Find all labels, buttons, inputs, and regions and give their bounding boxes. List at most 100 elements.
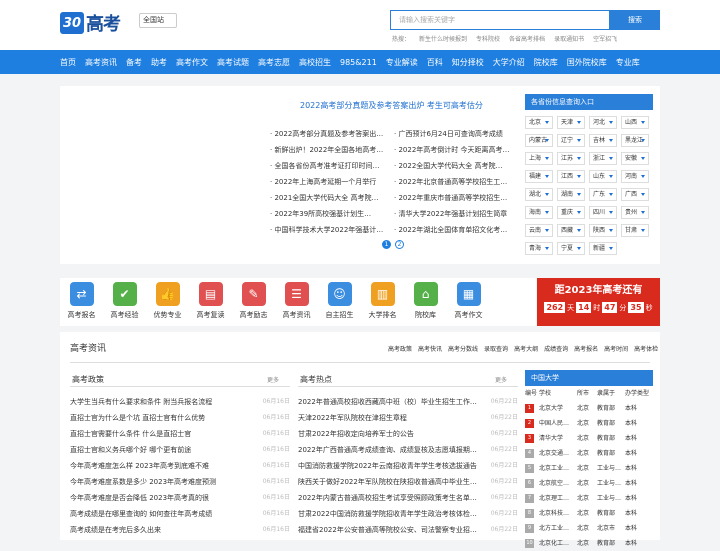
site-logo[interactable]: 30 高考: [60, 10, 121, 36]
article-row[interactable]: 甘肃2022中国消防救援学院招收青年学生政治考核体检… 06月22日: [298, 506, 518, 522]
nav-item[interactable]: 专业库: [616, 57, 640, 68]
table-cell[interactable]: 北京理工…: [539, 491, 577, 506]
news-link[interactable]: · 全国各省份高考准考证打印时间…: [270, 158, 388, 174]
info-category-link[interactable]: 高考政策: [388, 344, 412, 353]
article-row[interactable]: 今年高考难度是否会降低 2023年高考真的很 06月16日: [70, 490, 290, 506]
province-select[interactable]: 吉林: [589, 134, 617, 147]
province-select[interactable]: 内蒙古: [525, 134, 553, 147]
province-select[interactable]: 辽宁: [557, 134, 585, 147]
news-link[interactable]: · 2022年湖北全国体育单招文化考…: [394, 222, 512, 238]
table-cell[interactable]: 北京交通…: [539, 446, 577, 461]
province-select[interactable]: 云南: [525, 224, 553, 237]
page-dot-1[interactable]: 1: [382, 240, 391, 249]
university-row[interactable]: 9 北方工业… 北京 北京市 本科: [525, 521, 653, 536]
hot-more-link[interactable]: 更多: [495, 375, 507, 384]
nav-item[interactable]: 知分择校: [452, 57, 484, 68]
page-dot-2[interactable]: 2: [395, 240, 404, 249]
info-category-link[interactable]: 高考大纲: [514, 344, 538, 353]
province-select[interactable]: 黑龙江: [621, 134, 649, 147]
province-select[interactable]: 湖南: [557, 188, 585, 201]
province-select[interactable]: 广西: [621, 188, 649, 201]
policy-more-link[interactable]: 更多: [267, 375, 279, 384]
table-cell[interactable]: 北方工业…: [539, 521, 577, 536]
province-select[interactable]: 福建: [525, 170, 553, 183]
university-row[interactable]: 3 清华大学 北京 教育部 本科: [525, 431, 653, 446]
nav-item[interactable]: 高考作文: [176, 57, 208, 68]
news-link[interactable]: · 2022年高考倒计时 今天距离高考…: [394, 142, 512, 158]
news-link[interactable]: · 2021全国大学代码大全 高考院…: [270, 190, 388, 206]
article-row[interactable]: 直招士官为什么是个坑 直招士官有什么优势 06月16日: [70, 410, 290, 426]
province-select[interactable]: 北京: [525, 116, 553, 129]
nav-item[interactable]: 高考试题: [217, 57, 249, 68]
province-select[interactable]: 青海: [525, 242, 553, 255]
tool-shortcut[interactable]: 👍 优势专业: [146, 278, 189, 326]
table-cell[interactable]: 清华大学: [539, 431, 577, 446]
tool-shortcut[interactable]: ▦ 高考作文: [447, 278, 490, 326]
article-row[interactable]: 2022年广西普通高考成绩查询、成绩复核及志愿填报期… 06月22日: [298, 442, 518, 458]
hot-word[interactable]: 空军招飞: [593, 34, 617, 43]
article-row[interactable]: 甘肃2022年招收定向培养军士的公告 06月22日: [298, 426, 518, 442]
search-input[interactable]: 请输入搜索关键字: [390, 10, 610, 30]
hot-word[interactable]: 各省高考排档: [509, 34, 545, 43]
nav-item[interactable]: 助考: [151, 57, 167, 68]
news-link[interactable]: · 2022年39所高校强基计划生…: [270, 206, 388, 222]
news-link[interactable]: · 清华大学2022年强基计划招生简章: [394, 206, 512, 222]
news-link[interactable]: · 2022年北京普通高等学校招生工…: [394, 174, 512, 190]
tool-shortcut[interactable]: ⇄ 高考报名: [60, 278, 103, 326]
province-select[interactable]: 贵州: [621, 206, 649, 219]
article-row[interactable]: 2022年内蒙古普通高校招生考试享受照顾政策考生名单公示 06月22日: [298, 490, 518, 506]
tool-shortcut[interactable]: ▥ 大学排名: [361, 278, 404, 326]
article-row[interactable]: 陕西关于做好2022年军队院校在陕招收普通高中毕业生… 06月22日: [298, 474, 518, 490]
table-cell[interactable]: 中国人民…: [539, 416, 577, 431]
table-cell[interactable]: 北京科技…: [539, 506, 577, 521]
nav-item[interactable]: 高考志愿: [258, 57, 290, 68]
province-select[interactable]: 新疆: [589, 242, 617, 255]
tool-shortcut[interactable]: ✎ 高考励志: [232, 278, 275, 326]
university-row[interactable]: 8 北京科技… 北京 教育部 本科: [525, 506, 653, 521]
region-selector[interactable]: 全国站: [139, 13, 177, 28]
university-row[interactable]: 7 北京理工… 北京 工业与… 本科: [525, 491, 653, 506]
province-select[interactable]: 海南: [525, 206, 553, 219]
university-row[interactable]: 1 北京大学 北京 教育部 本科: [525, 401, 653, 416]
province-select[interactable]: 上海: [525, 152, 553, 165]
province-select[interactable]: 天津: [557, 116, 585, 129]
banner-headline[interactable]: 2022高考部分真题及参考答案出炉 考生可高考估分: [300, 100, 483, 111]
article-row[interactable]: 直招士官需要什么条件 什么是直招士官 06月16日: [70, 426, 290, 442]
university-row[interactable]: 6 北京航空… 北京 工业与… 本科: [525, 476, 653, 491]
province-select[interactable]: 山东: [589, 170, 617, 183]
news-link[interactable]: · 2022高考部分真题及参考答案出…: [270, 126, 388, 142]
province-select[interactable]: 浙江: [589, 152, 617, 165]
article-row[interactable]: 大学生当兵有什么要求和条件 附当兵报名流程 06月16日: [70, 394, 290, 410]
search-button[interactable]: 搜索: [610, 10, 660, 30]
table-cell[interactable]: 北京工业…: [539, 461, 577, 476]
article-row[interactable]: 福建省2022年公安普通高等院校公安、司法警察专业招… 06月22日: [298, 522, 518, 538]
table-cell[interactable]: 北京航空…: [539, 476, 577, 491]
nav-item[interactable]: 百科: [427, 57, 443, 68]
province-select[interactable]: 河北: [589, 116, 617, 129]
hot-word[interactable]: 新生什么时候报到: [419, 34, 467, 43]
info-category-link[interactable]: 高考分数线: [448, 344, 478, 353]
article-row[interactable]: 2022年普通高校招收西藏高中班（校）毕业生招生工作… 06月22日: [298, 394, 518, 410]
table-cell[interactable]: 北京化工…: [539, 536, 577, 551]
table-cell[interactable]: 北京大学: [539, 401, 577, 416]
news-link[interactable]: · 中国科学技术大学2022年强基计…: [270, 222, 388, 238]
nav-item[interactable]: 国外院校库: [567, 57, 607, 68]
province-select[interactable]: 安徽: [621, 152, 649, 165]
news-link[interactable]: · 2022全国大学代码大全 高考院…: [394, 158, 512, 174]
nav-item[interactable]: 大学介绍: [493, 57, 525, 68]
province-select[interactable]: 重庆: [557, 206, 585, 219]
tool-shortcut[interactable]: ☺ 自主招生: [318, 278, 361, 326]
nav-item[interactable]: 985&211: [340, 58, 377, 67]
nav-item[interactable]: 院校库: [534, 57, 558, 68]
article-row[interactable]: 天津2022年军队院校在津招生章程 06月22日: [298, 410, 518, 426]
nav-item[interactable]: 备考: [126, 57, 142, 68]
article-row[interactable]: 中国消防救援学院2022年云南招收青年学生考核选拔通告 06月22日: [298, 458, 518, 474]
province-select[interactable]: 四川: [589, 206, 617, 219]
nav-item[interactable]: 高考资讯: [85, 57, 117, 68]
province-select[interactable]: 河南: [621, 170, 649, 183]
article-row[interactable]: 今年高考难度怎么样 2023年高考到底难不难 06月16日: [70, 458, 290, 474]
info-category-link[interactable]: 录取查询: [484, 344, 508, 353]
university-row[interactable]: 5 北京工业… 北京 工业与… 本科: [525, 461, 653, 476]
article-row[interactable]: 直招士官和义务兵哪个好 哪个更有前途 06月16日: [70, 442, 290, 458]
province-select[interactable]: 甘肃: [621, 224, 649, 237]
